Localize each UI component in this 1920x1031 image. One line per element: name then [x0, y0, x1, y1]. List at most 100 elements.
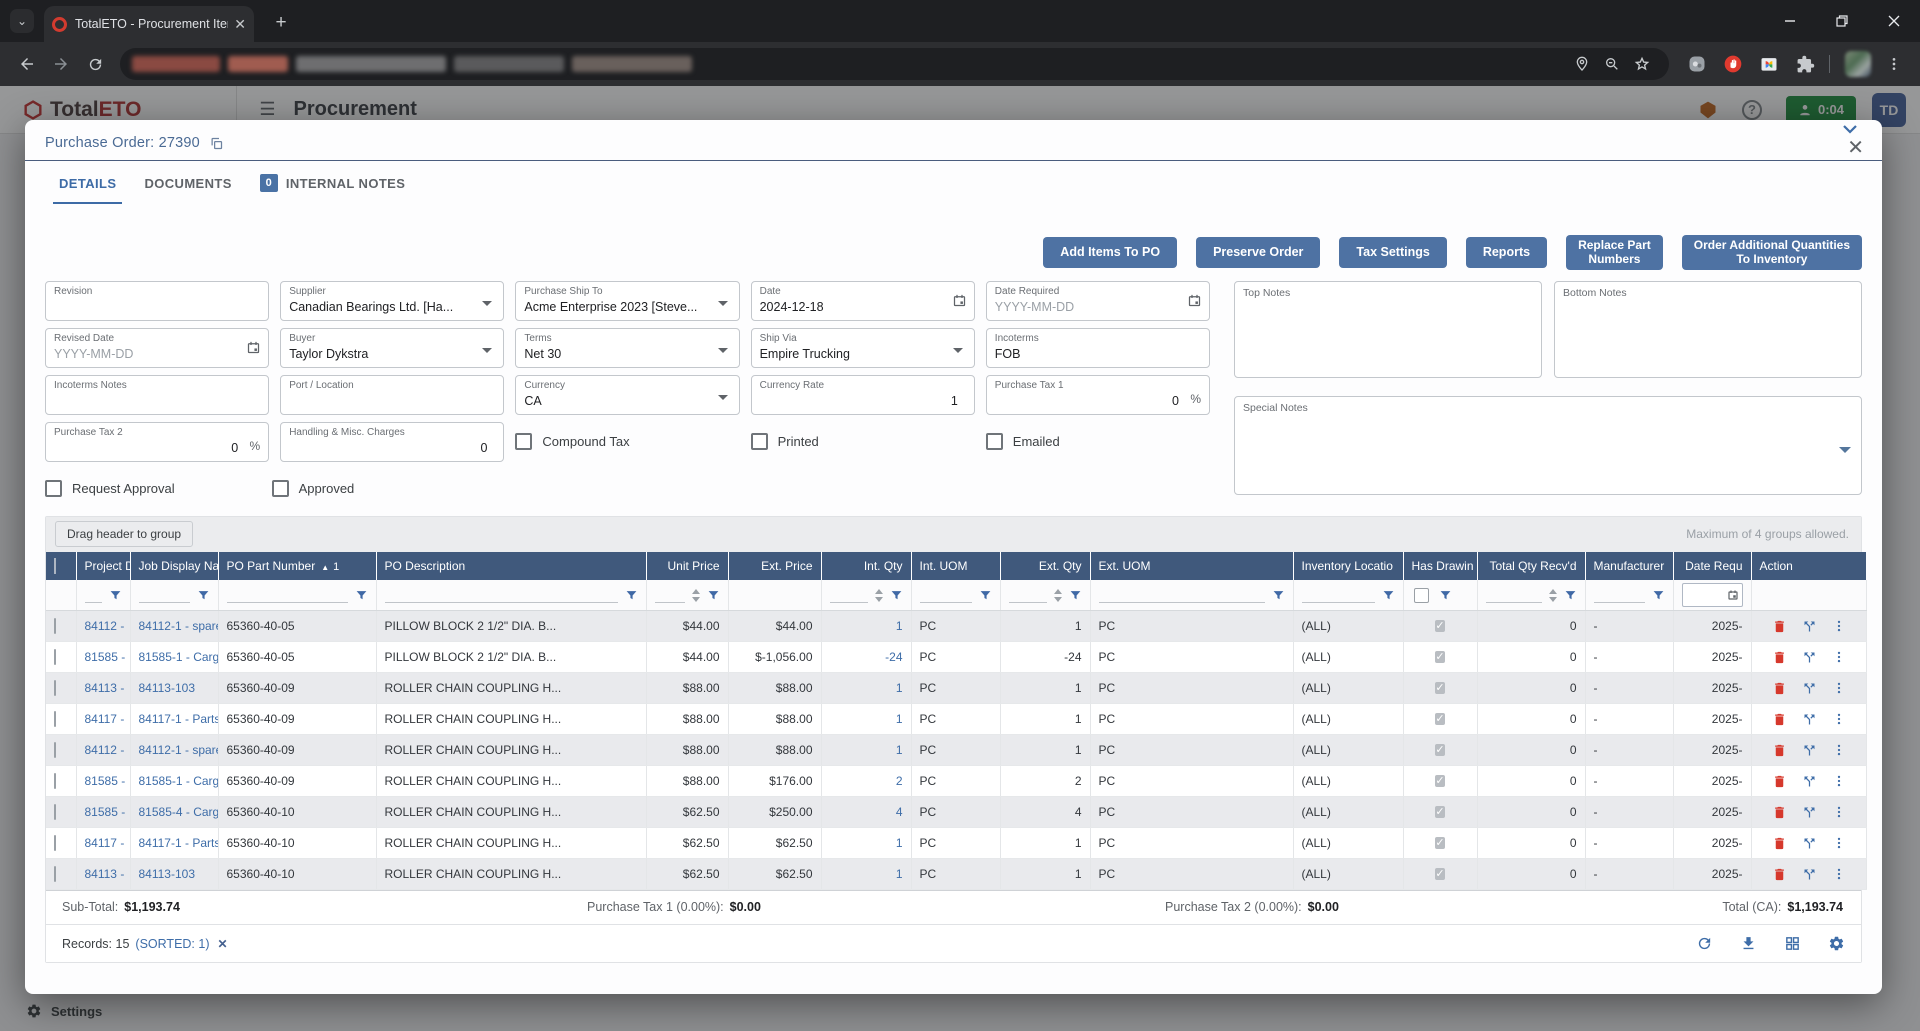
delete-row-button[interactable] [1772, 650, 1787, 665]
calendar-icon[interactable] [246, 340, 261, 355]
delete-row-button[interactable] [1772, 836, 1787, 851]
intQty-link[interactable]: 2 [896, 774, 903, 788]
filter-input[interactable] [1099, 587, 1265, 603]
reports-button[interactable]: Reports [1466, 237, 1547, 268]
job-link[interactable]: 84117-1 - Parts [139, 836, 219, 850]
checkbox-approved[interactable]: Approved [272, 469, 355, 509]
intQty-link[interactable]: 1 [896, 867, 903, 881]
filter-input[interactable] [830, 587, 868, 603]
job-link[interactable]: 81585-1 - Cargo [139, 650, 219, 664]
filter-spinner[interactable] [875, 589, 883, 602]
row-menu-button[interactable] [1832, 619, 1846, 633]
column-header-ext-qty[interactable]: Ext. Qty [1000, 552, 1090, 580]
row-menu-button[interactable] [1832, 805, 1846, 819]
browser-menu-icon[interactable] [1878, 48, 1910, 80]
tab-internal-notes[interactable]: 0INTERNAL NOTES [246, 162, 419, 204]
filter-cell-int-uom[interactable] [911, 580, 1000, 611]
row-checkbox[interactable] [54, 773, 56, 789]
split-row-button[interactable] [1802, 867, 1817, 882]
special-notes-field[interactable]: Special Notes [1234, 396, 1862, 495]
filter-input[interactable] [85, 587, 102, 603]
filter-funnel-icon[interactable] [109, 589, 122, 602]
tab-documents[interactable]: DOCUMENTS [130, 162, 245, 204]
split-row-button[interactable] [1802, 712, 1817, 727]
dropdown-caret-icon[interactable] [953, 348, 963, 353]
split-row-button[interactable] [1802, 619, 1817, 634]
filter-spinner[interactable] [1549, 589, 1557, 602]
filter-checkbox[interactable] [1414, 588, 1429, 603]
project-link[interactable]: 84113 - [85, 867, 125, 881]
row-checkbox[interactable] [54, 711, 56, 727]
calendar-icon[interactable] [952, 293, 967, 308]
row-menu-button[interactable] [1832, 774, 1846, 788]
refresh-button[interactable] [1696, 935, 1713, 952]
copy-icon[interactable] [209, 136, 224, 151]
location-pin-icon[interactable] [1567, 49, 1597, 79]
job-link[interactable]: 84117-1 - Parts [139, 712, 219, 726]
split-row-button[interactable] [1802, 774, 1817, 789]
intQty-link[interactable]: -24 [885, 650, 902, 664]
browser-tab[interactable]: TotalETO - Procurement Items O ✕ [44, 6, 254, 42]
calendar-icon[interactable] [1187, 293, 1202, 308]
filter-input[interactable] [385, 587, 618, 603]
filter-cell-po-part-number[interactable] [218, 580, 376, 611]
dropdown-caret-icon[interactable] [718, 395, 728, 400]
field-terms[interactable]: TermsNet 30 [515, 328, 739, 368]
row-menu-button[interactable] [1832, 743, 1846, 757]
row-menu-button[interactable] [1832, 836, 1846, 850]
row-checkbox[interactable] [54, 742, 56, 758]
checkbox-compound-tax[interactable]: Compound Tax [515, 422, 739, 462]
row-checkbox[interactable] [54, 649, 56, 665]
address-bar[interactable] [120, 48, 1669, 80]
column-header-total-qty-recv-d[interactable]: Total Qty Recv'd [1477, 552, 1585, 580]
split-row-button[interactable] [1802, 836, 1817, 851]
project-link[interactable]: 84112 - [85, 619, 125, 633]
column-header-ext-uom[interactable]: Ext. UOM [1090, 552, 1293, 580]
filter-input[interactable] [1302, 587, 1375, 603]
checkbox-emailed[interactable]: Emailed [986, 422, 1210, 462]
row-checkbox[interactable] [54, 618, 56, 634]
filter-input[interactable] [1594, 587, 1645, 603]
select-all-checkbox[interactable] [54, 558, 56, 574]
checkbox-request-approval[interactable]: Request Approval [45, 469, 175, 509]
expand-notes-icon[interactable] [1839, 447, 1851, 453]
column-chooser-button[interactable] [1784, 935, 1801, 952]
reload-button[interactable] [78, 47, 112, 81]
row-checkbox[interactable] [54, 804, 56, 820]
filter-funnel-icon[interactable] [1069, 589, 1082, 602]
checkbox-printed[interactable]: Printed [751, 422, 975, 462]
delete-row-button[interactable] [1772, 774, 1787, 789]
top-notes-field[interactable]: Top Notes [1234, 281, 1542, 378]
intQty-link[interactable]: 1 [896, 836, 903, 850]
field-revised-date[interactable]: Revised DateYYYY-MM-DD [45, 328, 269, 368]
filter-input[interactable] [1009, 587, 1047, 603]
split-row-button[interactable] [1802, 681, 1817, 696]
filter-funnel-icon[interactable] [1652, 589, 1665, 602]
field-port-location[interactable]: Port / Location [280, 375, 504, 415]
job-link[interactable]: 84113-103 [139, 867, 196, 881]
job-link[interactable]: 84112-1 - spare [139, 619, 219, 633]
add-items-to-po-button[interactable]: Add Items To PO [1043, 237, 1177, 268]
field-handling-misc-charges[interactable]: Handling & Misc. Charges0 [280, 422, 504, 462]
order-additional-quantities-to-inventory-button[interactable]: Order Additional Quantities To Inventory [1682, 235, 1862, 270]
filter-cell-ext-qty[interactable] [1000, 580, 1090, 611]
filter-funnel-icon[interactable] [1564, 589, 1577, 602]
job-link[interactable]: 81585-1 - Cargo [139, 774, 219, 788]
preserve-order-button[interactable]: Preserve Order [1196, 237, 1320, 268]
filter-input[interactable] [1486, 587, 1542, 603]
filter-cell-int-qty[interactable] [821, 580, 911, 611]
dropdown-caret-icon[interactable] [718, 301, 728, 306]
forward-button[interactable] [44, 47, 78, 81]
row-checkbox[interactable] [54, 866, 56, 882]
column-header-inventory-locatio[interactable]: Inventory Locatio [1293, 552, 1403, 580]
dialog-close-button[interactable]: ✕ [1847, 138, 1864, 158]
filter-funnel-icon[interactable] [197, 589, 210, 602]
column-header-project-di[interactable]: Project Di [76, 552, 130, 580]
project-link[interactable]: 84117 - [85, 712, 125, 726]
column-header-action[interactable]: Action [1751, 552, 1866, 580]
tab-search-button[interactable]: ⌄ [10, 9, 34, 33]
filter-cell-manufacturer[interactable] [1585, 580, 1673, 611]
filter-cell-has-drawin[interactable] [1403, 580, 1477, 611]
dropdown-caret-icon[interactable] [482, 348, 492, 353]
column-header-int-uom[interactable]: Int. UOM [911, 552, 1000, 580]
